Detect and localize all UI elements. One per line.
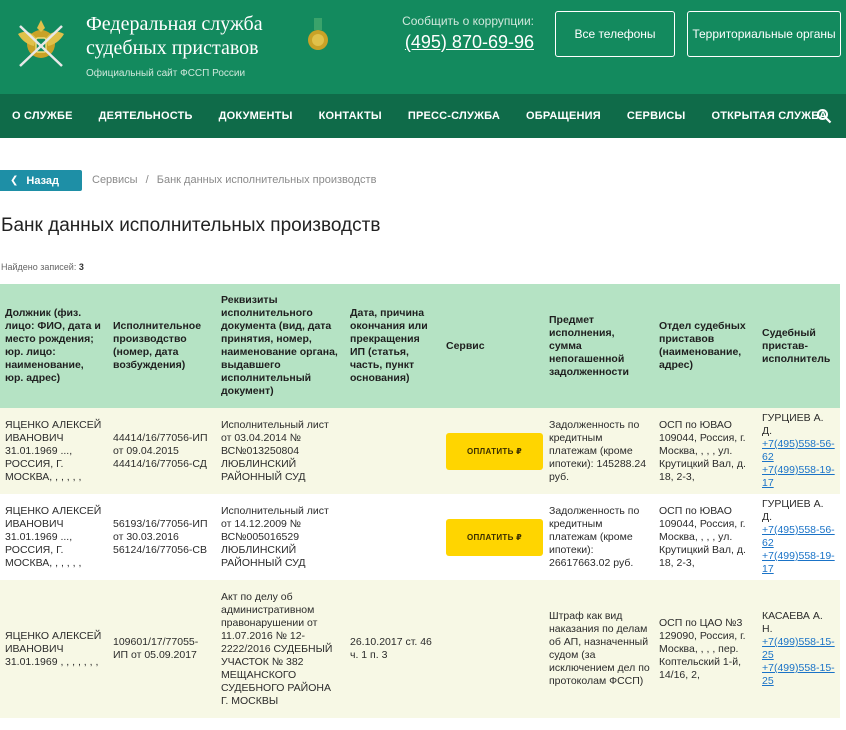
cell-end bbox=[345, 494, 441, 580]
breadcrumb-item-services[interactable]: Сервисы bbox=[92, 174, 138, 186]
cell-end bbox=[345, 408, 441, 494]
cell-subject: Задолженность по кредитным платежам (кро… bbox=[544, 408, 654, 494]
nav-item-contacts[interactable]: КОНТАКТЫ bbox=[307, 110, 396, 122]
header-bailiff: Судебный пристав-исполнитель bbox=[757, 284, 840, 408]
all-phones-button[interactable]: Все телефоны bbox=[555, 11, 675, 57]
page-title: Банк данных исполнительных производств bbox=[1, 215, 381, 236]
cell-document: Акт по делу об административном правонар… bbox=[216, 580, 345, 718]
back-button-label: Назад bbox=[26, 174, 60, 187]
cell-department: ОСП по ЮВАО 109044, Россия, г. Москва, ,… bbox=[654, 408, 757, 494]
table-row: ЯЦЕНКО АЛЕКСЕЙ ИВАНОВИЧ 31.01.1969 , , ,… bbox=[0, 580, 840, 718]
site-title[interactable]: Федеральная служба судебных приставов bbox=[86, 12, 316, 60]
cell-subject: Задолженность по кредитным платежам (кро… bbox=[544, 494, 654, 580]
nav-item-activity[interactable]: ДЕЯТЕЛЬНОСТЬ bbox=[87, 110, 207, 122]
breadcrumb-item-current: Банк данных исполнительных производств bbox=[156, 174, 377, 186]
records-count: Найдено записей: 3 bbox=[1, 262, 84, 272]
bailiff-phone-link[interactable]: +7(499)558-19-17 bbox=[762, 464, 836, 490]
nav-item-press[interactable]: ПРЕСС-СЛУЖБА bbox=[396, 110, 514, 122]
table-row: ЯЦЕНКО АЛЕКСЕЙ ИВАНОВИЧ 31.01.1969 ..., … bbox=[0, 408, 840, 494]
chevron-left-icon: ❮ bbox=[10, 175, 19, 186]
site-title-line1: Федеральная служба bbox=[86, 13, 263, 35]
bailiff-name: ГУРЦИЕВ А. Д. bbox=[762, 412, 824, 437]
breadcrumb-separator: / bbox=[145, 174, 149, 186]
pay-button[interactable]: ОПЛАТИТЬ ₽ bbox=[446, 432, 543, 470]
cell-proceeding: 109601/17/77055-ИП от 05.09.2017 bbox=[108, 580, 216, 718]
cell-bailiff: ГУРЦИЕВ А. Д. +7(495)558-56-62 +7(499)55… bbox=[757, 494, 840, 580]
site-header: Федеральная служба судебных приставов Оф… bbox=[0, 0, 846, 94]
cell-department: ОСП по ЮВАО 109044, Россия, г. Москва, ,… bbox=[654, 494, 757, 580]
header-debtor: Должник (физ. лицо: ФИО, дата и место ро… bbox=[0, 284, 108, 408]
header-proceeding: Исполнительное производство (номер, дата… bbox=[108, 284, 216, 408]
header-subject: Предмет исполнения, сумма непогашенной з… bbox=[544, 284, 654, 408]
bailiff-phone-link[interactable]: +7(499)558-15-25 bbox=[762, 662, 836, 688]
main-nav: О СЛУЖБЕ ДЕЯТЕЛЬНОСТЬ ДОКУМЕНТЫ КОНТАКТЫ… bbox=[0, 94, 846, 138]
cell-bailiff: КАСАЕВА А. Н. +7(499)558-15-25 +7(499)55… bbox=[757, 580, 840, 718]
fssp-emblem-icon[interactable] bbox=[12, 14, 70, 72]
bailiff-phone-link[interactable]: +7(499)558-15-25 bbox=[762, 636, 836, 662]
cell-department: ОСП по ЦАО №3 129090, Россия, г. Москва,… bbox=[654, 580, 757, 718]
nav-item-appeals[interactable]: ОБРАЩЕНИЯ bbox=[514, 110, 615, 122]
cell-service bbox=[441, 580, 544, 718]
bailiff-name: КАСАЕВА А. Н. bbox=[762, 610, 823, 635]
breadcrumb: Сервисы / Банк данных исполнительных про… bbox=[92, 174, 376, 186]
bailiff-phone-link[interactable]: +7(499)558-19-17 bbox=[762, 550, 836, 576]
cell-document: Исполнительный лист от 03.04.2014 № ВС№0… bbox=[216, 408, 345, 494]
bailiff-name: ГУРЦИЕВ А. Д. bbox=[762, 498, 824, 523]
header-document: Реквизиты исполнительного документа (вид… bbox=[216, 284, 345, 408]
records-count-value: 3 bbox=[78, 262, 84, 272]
bailiff-phone-link[interactable]: +7(495)558-56-62 bbox=[762, 438, 836, 464]
site-subtitle: Официальный сайт ФССП России bbox=[86, 68, 246, 79]
bailiff-phone-link[interactable]: +7(495)558-56-62 bbox=[762, 524, 836, 550]
table-header-row: Должник (физ. лицо: ФИО, дата и место ро… bbox=[0, 284, 840, 408]
nav-item-about[interactable]: О СЛУЖБЕ bbox=[0, 110, 87, 122]
medal-icon bbox=[308, 18, 328, 50]
pay-button[interactable]: ОПЛАТИТЬ ₽ bbox=[446, 518, 543, 556]
cell-proceeding: 56193/16/77056-ИП от 30.03.2016 56124/16… bbox=[108, 494, 216, 580]
cell-debtor: ЯЦЕНКО АЛЕКСЕЙ ИВАНОВИЧ 31.01.1969 ..., … bbox=[0, 408, 108, 494]
hotline-phone-link[interactable]: (495) 870-69-96 bbox=[396, 32, 534, 53]
header-end: Дата, причина окончания или прекращения … bbox=[345, 284, 441, 408]
cell-end: 26.10.2017 ст. 46 ч. 1 п. 3 bbox=[345, 580, 441, 718]
back-button[interactable]: ❮ Назад bbox=[0, 170, 82, 191]
records-count-label: Найдено записей: bbox=[1, 262, 77, 272]
cell-subject: Штраф как вид наказания по делам об АП, … bbox=[544, 580, 654, 718]
cell-bailiff: ГУРЦИЕВ А. Д. +7(495)558-56-62 +7(499)55… bbox=[757, 408, 840, 494]
cell-debtor: ЯЦЕНКО АЛЕКСЕЙ ИВАНОВИЧ 31.01.1969 ..., … bbox=[0, 494, 108, 580]
header-service: Сервис bbox=[441, 284, 544, 408]
hotline-label: Сообщить о коррупции: bbox=[402, 14, 534, 28]
regional-offices-button[interactable]: Территориальные органы bbox=[687, 11, 841, 57]
site-title-line2: судебных приставов bbox=[86, 37, 259, 59]
header-department: Отдел судебных приставов (наименование, … bbox=[654, 284, 757, 408]
search-icon[interactable] bbox=[816, 108, 832, 124]
nav-item-documents[interactable]: ДОКУМЕНТЫ bbox=[207, 110, 307, 122]
cell-service: ОПЛАТИТЬ ₽ bbox=[441, 494, 544, 580]
cell-debtor: ЯЦЕНКО АЛЕКСЕЙ ИВАНОВИЧ 31.01.1969 , , ,… bbox=[0, 580, 108, 718]
proceedings-table: Должник (физ. лицо: ФИО, дата и место ро… bbox=[0, 284, 840, 718]
table-row: ЯЦЕНКО АЛЕКСЕЙ ИВАНОВИЧ 31.01.1969 ..., … bbox=[0, 494, 840, 580]
cell-document: Исполнительный лист от 14.12.2009 № ВС№0… bbox=[216, 494, 345, 580]
nav-item-services[interactable]: СЕРВИСЫ bbox=[615, 110, 700, 122]
cell-service: ОПЛАТИТЬ ₽ bbox=[441, 408, 544, 494]
cell-proceeding: 44414/16/77056-ИП от 09.04.2015 44414/16… bbox=[108, 408, 216, 494]
